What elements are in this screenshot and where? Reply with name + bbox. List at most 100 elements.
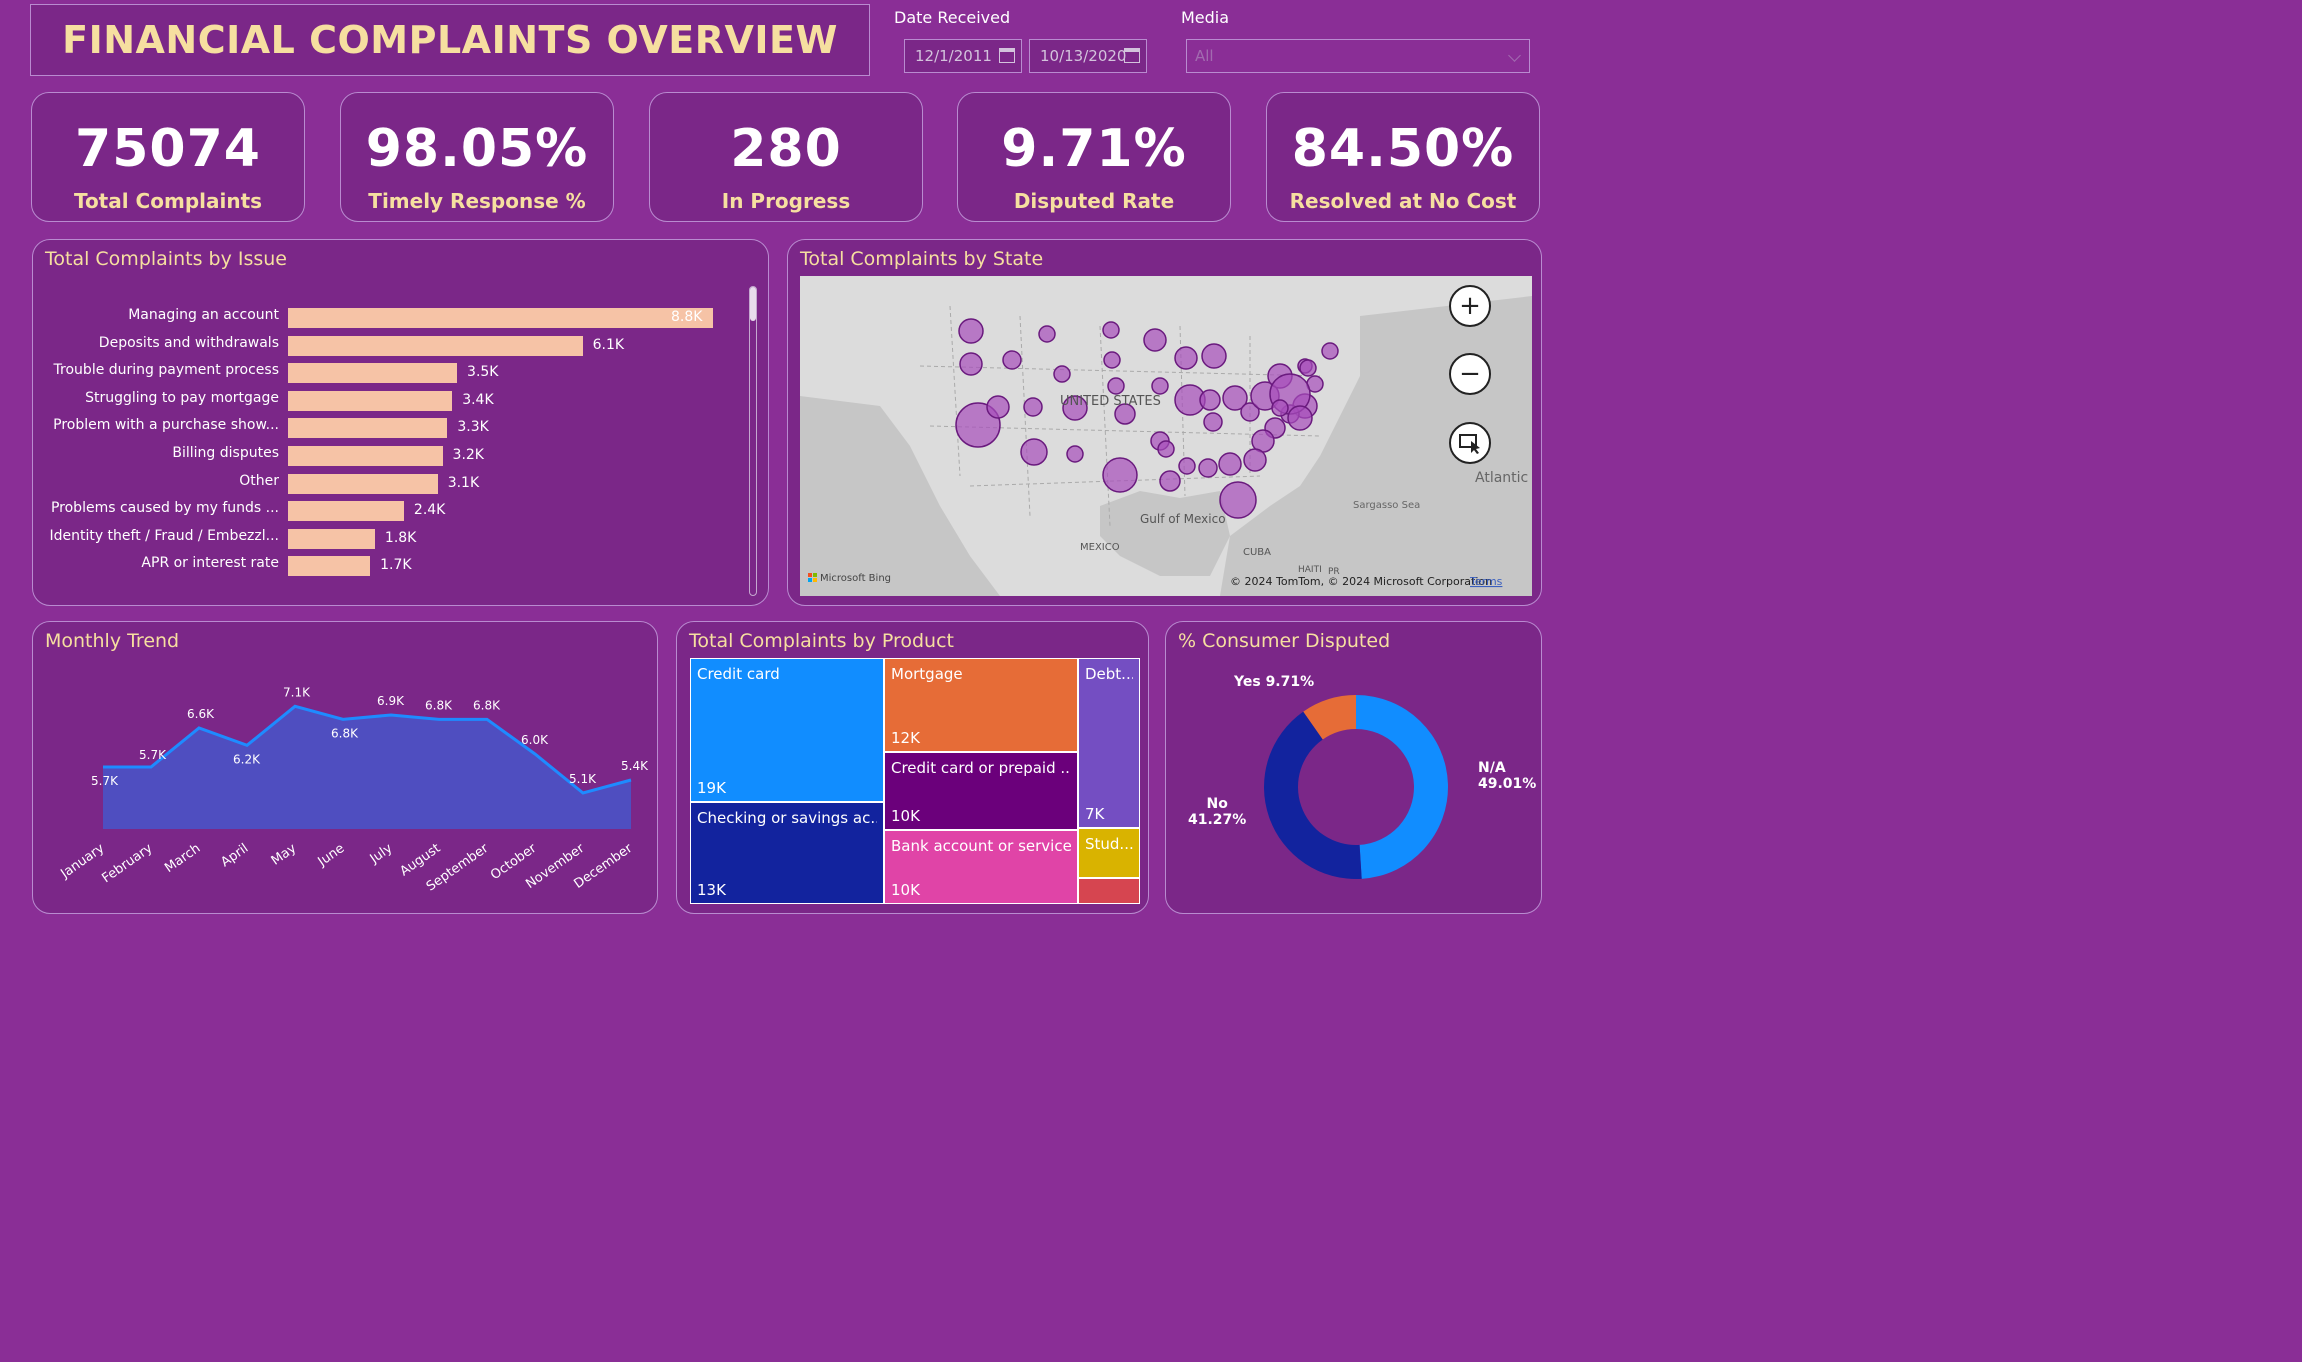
state-bubble[interactable] [1103, 351, 1121, 369]
treemap-tile-value: 7K [1085, 805, 1105, 823]
zoom-out-icon[interactable]: − [1449, 353, 1491, 395]
issue-bar[interactable] [288, 418, 448, 439]
state-bubble[interactable] [1287, 405, 1313, 431]
state-bubble[interactable] [1066, 445, 1084, 463]
issue-bar[interactable] [288, 528, 375, 549]
monthly-trend-chart: 5.7K 5.7K 6.6K 6.2K 7.1K 6.8K 6.9K 6.8K 6.8K 6.0K… [57, 685, 649, 894]
state-bubble[interactable] [1198, 458, 1218, 478]
treemap-tile[interactable]: Bank account or service 10K [884, 830, 1078, 904]
map-copyright: © 2024 TomTom, © 2024 Microsoft Corporat… [1230, 575, 1492, 588]
state-bubble[interactable] [1178, 457, 1196, 475]
issue-bar-row[interactable]: Billing disputes 3.2K [33, 445, 773, 466]
donut-slice-label: No 41.27% [1188, 796, 1246, 828]
kpi-card-in-progress: 280 In Progress [649, 92, 923, 222]
treemap-tile[interactable]: Credit card or prepaid ... 10K [884, 752, 1078, 830]
state-bubble[interactable] [1151, 377, 1169, 395]
state-bubble[interactable] [958, 318, 984, 344]
state-bubble[interactable] [1157, 440, 1175, 458]
issue-bar-value: 2.4K [413, 502, 446, 519]
zoom-in-icon[interactable]: + [1449, 285, 1491, 327]
map-label-atlantic: Atlantic [1475, 470, 1528, 486]
issue-bar[interactable] [288, 556, 371, 577]
state-bubble[interactable] [1203, 412, 1223, 432]
trend-data-label: 5.4K [621, 759, 649, 773]
treemap-tile[interactable]: Mortgage 12K [884, 658, 1078, 752]
state-bubble[interactable] [1102, 457, 1138, 493]
select-region-icon[interactable] [1449, 422, 1491, 464]
trend-data-label: 6.2K [233, 752, 261, 766]
issue-bar-row[interactable]: Managing an account 8.8K [33, 307, 773, 328]
issue-bar[interactable] [288, 308, 713, 328]
end-date-value: 10/13/2020 [1040, 47, 1127, 65]
terms-link[interactable]: Terms [1469, 575, 1503, 588]
state-bubble[interactable] [1271, 399, 1289, 417]
donut-slice[interactable] [1356, 695, 1448, 879]
state-bubble[interactable] [1107, 377, 1125, 395]
issue-bar-row[interactable]: Trouble during payment process 3.5K [33, 362, 773, 384]
state-bubble[interactable] [959, 352, 983, 376]
trend-x-tick: March [162, 841, 203, 876]
state-bubble[interactable] [1218, 452, 1242, 476]
issue-bar-label: Billing disputes [172, 445, 279, 461]
map-label-country: UNITED STATES [1060, 394, 1161, 409]
state-bubble[interactable] [1053, 365, 1071, 383]
kpi-value: 75074 [75, 119, 261, 179]
issue-bar-row[interactable]: Deposits and withdrawals 6.1K [33, 335, 773, 356]
state-bubble[interactable] [1174, 346, 1198, 370]
kpi-label: In Progress [721, 189, 851, 213]
issue-bar[interactable] [288, 501, 404, 522]
issue-bar[interactable] [288, 363, 458, 384]
trend-x-tick: February [99, 841, 155, 887]
state-bubble[interactable] [1321, 342, 1339, 360]
issue-bar[interactable] [288, 446, 443, 466]
issue-bar-row[interactable]: Identity theft / Fraud / Embezzl... 1.8K [33, 528, 773, 549]
scrollbar-thumb[interactable] [750, 287, 756, 321]
us-map[interactable]: UNITED STATES Gulf of Mexico MEXICO CUBA… [800, 276, 1532, 596]
media-dropdown-value: All [1195, 47, 1214, 65]
kpi-value: 280 [730, 119, 842, 179]
treemap-tile[interactable]: Checking or savings ac... 13K [690, 802, 884, 904]
issue-bar[interactable] [288, 390, 453, 411]
map-canvas[interactable]: UNITED STATES Gulf of Mexico MEXICO CUBA… [800, 276, 1532, 596]
donut-label-value: 49.01% [1478, 776, 1537, 792]
issue-bar-value: 1.8K [384, 529, 417, 546]
chevron-down-icon [1508, 49, 1521, 62]
treemap-tile[interactable]: Stud... [1078, 828, 1140, 878]
state-bubble[interactable] [1201, 343, 1227, 369]
start-date-input[interactable]: 12/1/2011 [904, 39, 1022, 73]
state-bubble[interactable] [1143, 328, 1167, 352]
issue-bar-row[interactable]: Problem with a purchase show... 3.3K [33, 417, 773, 439]
calendar-icon[interactable] [1124, 48, 1140, 63]
trend-data-label: 6.8K [331, 726, 359, 740]
treemap-tile[interactable]: Credit card 19K [690, 658, 884, 802]
issue-bar-row[interactable]: APR or interest rate 1.7K [33, 555, 773, 577]
state-bubble[interactable] [1002, 350, 1022, 370]
state-bubble[interactable] [1038, 325, 1056, 343]
state-bubble[interactable] [1102, 321, 1120, 339]
issue-bar[interactable] [288, 335, 583, 356]
issue-bar-row[interactable]: Struggling to pay mortgage 3.4K [33, 390, 773, 411]
trend-data-label: 7.1K [283, 685, 311, 699]
state-bubble[interactable] [1243, 448, 1267, 472]
state-bubble[interactable] [1199, 389, 1221, 411]
issue-bar-row[interactable]: Other 3.1K [33, 473, 773, 494]
trend-data-label: 5.7K [139, 748, 167, 762]
select-icon-glyph [1459, 434, 1480, 454]
trend-data-label: 6.0K [521, 733, 549, 747]
issue-bar-row[interactable]: Problems caused by my funds ... 2.4K [33, 500, 773, 522]
calendar-icon[interactable] [999, 48, 1015, 63]
treemap-tile[interactable]: Debt... 7K [1078, 658, 1140, 828]
panel-title: Total Complaints by State [800, 248, 1044, 270]
state-bubble[interactable] [1023, 397, 1043, 417]
state-bubble[interactable] [986, 395, 1010, 419]
state-bubble[interactable] [1020, 438, 1048, 466]
state-bubble[interactable] [1299, 359, 1317, 377]
issue-bar[interactable] [288, 473, 438, 494]
media-dropdown[interactable]: All [1186, 39, 1530, 73]
treemap-tile[interactable] [1078, 878, 1140, 904]
treemap-tile-name: Stud... [1085, 835, 1133, 853]
scrollbar[interactable] [749, 286, 757, 596]
state-bubble[interactable] [1159, 470, 1181, 492]
donut-slice[interactable] [1264, 711, 1362, 879]
end-date-input[interactable]: 10/13/2020 [1029, 39, 1147, 73]
